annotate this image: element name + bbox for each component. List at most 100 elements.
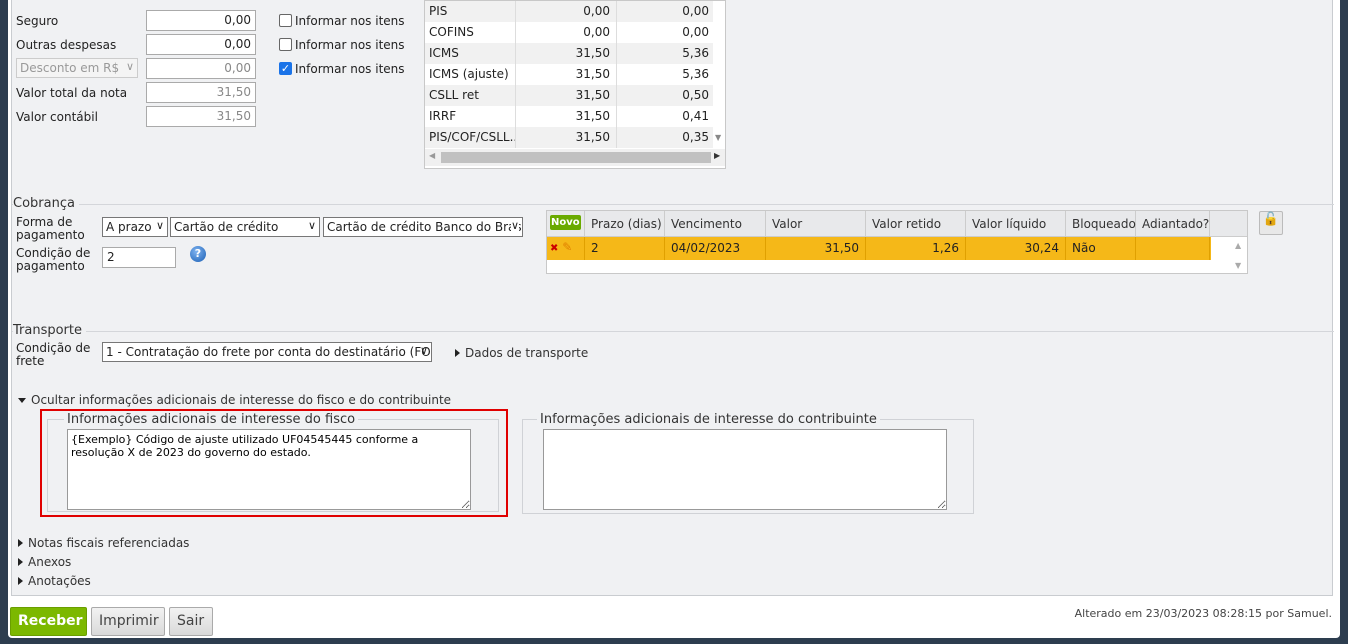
- outras-input[interactable]: 0,00: [146, 34, 256, 55]
- desconto-check-label: Informar nos itens: [295, 62, 405, 76]
- status-text: Alterado em 23/03/2023 08:28:15 por Samu…: [1074, 607, 1332, 620]
- tax-row: CSLL ret 31,50 0,50: [425, 85, 713, 106]
- receber-button[interactable]: Receber: [10, 607, 87, 636]
- desconto-checkbox[interactable]: ✓: [279, 62, 292, 75]
- table-cell: 04/02/2023: [665, 237, 766, 260]
- condicao-input[interactable]: 2: [102, 247, 176, 268]
- column-header[interactable]: Valor retido: [866, 211, 966, 236]
- column-header[interactable]: Valor líquido: [966, 211, 1066, 236]
- horizontal-scrollbar[interactable]: ◀ ▶: [425, 149, 725, 166]
- tax-value: 0,00: [682, 25, 709, 39]
- transporte-section: Transporte: [12, 323, 1334, 338]
- expand-icon: [18, 577, 23, 585]
- edit-icon[interactable]: ✎: [562, 240, 572, 254]
- tax-name: ICMS: [425, 43, 516, 64]
- total-nota-input: 31,50: [146, 82, 256, 103]
- unlock-icon[interactable]: 🔓: [1259, 211, 1283, 235]
- total-nota-label: Valor total da nota: [16, 86, 128, 100]
- desconto-input[interactable]: 0,00: [146, 58, 256, 79]
- forma-select-banco[interactable]: Cartão de crédito Banco do Brasi ∨: [323, 217, 523, 237]
- anotacoes-toggle[interactable]: Anotações: [18, 574, 91, 588]
- column-header[interactable]: Adiantado?: [1136, 211, 1210, 236]
- frete-label: Condição de frete: [16, 341, 91, 368]
- scroll-right-icon[interactable]: ▶: [714, 151, 720, 160]
- notas-toggle[interactable]: Notas fiscais referenciadas: [18, 536, 189, 550]
- tax-value: 0,50: [682, 88, 709, 102]
- table-row[interactable]: ✖ ✎ 2 04/02/2023 31,50 1,26 30,24 Não: [547, 237, 1211, 260]
- sair-button[interactable]: Sair: [169, 607, 213, 636]
- expand-icon: [18, 558, 23, 566]
- expand-icon: [455, 349, 460, 357]
- select-value: Cartão de crédito Banco do Brasi: [327, 220, 523, 234]
- tax-name: CSLL ret: [425, 85, 516, 106]
- chevron-down-icon: ∨: [510, 219, 519, 232]
- table-cell: 1,26: [866, 237, 966, 260]
- highlight-box: [40, 409, 508, 517]
- cobranca-title: Cobrança: [13, 196, 79, 211]
- transporte-title: Transporte: [13, 323, 86, 338]
- tax-row: IRRF 31,50 0,41: [425, 106, 713, 127]
- column-header[interactable]: Valor: [766, 211, 866, 236]
- tax-row: PIS/COF/CSLL... 31,50 0,35: [425, 127, 713, 148]
- row-actions: ✖ ✎: [547, 237, 585, 260]
- contrib-title: Informações adicionais de interesse do c…: [540, 412, 877, 427]
- condicao-label: Condição de pagamento: [16, 246, 91, 273]
- expand-icon: [18, 539, 23, 547]
- toggle-label: Dados de transporte: [465, 346, 589, 360]
- tax-name: COFINS: [425, 22, 516, 43]
- toggle-label: Anexos: [28, 555, 72, 569]
- chevron-down-icon: ∨: [155, 219, 164, 232]
- tax-row: COFINS 0,00 0,00: [425, 22, 713, 43]
- column-header[interactable]: Vencimento: [665, 211, 766, 236]
- table-cell: 30,24: [966, 237, 1066, 260]
- window: Seguro 0,00 Informar nos itens Outras de…: [8, 0, 1340, 638]
- tax-value: 0,41: [682, 109, 709, 123]
- tax-value: 5,36: [682, 67, 709, 81]
- seguro-checkbox[interactable]: [279, 14, 292, 27]
- scroll-left-icon[interactable]: ◀: [429, 151, 435, 160]
- cobranca-section: Cobrança: [12, 196, 1334, 211]
- select-value: Cartão de crédito: [174, 220, 279, 234]
- imprimir-button[interactable]: Imprimir: [91, 607, 165, 636]
- tax-base: 31,50: [516, 85, 617, 106]
- scroll-down-icon[interactable]: ▼: [715, 133, 721, 142]
- forma-select-tipo[interactable]: Cartão de crédito ∨: [170, 217, 320, 237]
- tax-base: 31,50: [516, 43, 617, 64]
- outras-checkbox[interactable]: [279, 38, 292, 51]
- help-icon[interactable]: ?: [190, 246, 206, 262]
- column-header[interactable]: Bloqueado: [1066, 211, 1136, 236]
- frete-select[interactable]: 1 - Contratação do frete por conta do de…: [102, 342, 432, 362]
- new-button[interactable]: Novo: [550, 215, 581, 230]
- outras-check-label: Informar nos itens: [295, 38, 405, 52]
- toggle-label: Ocultar informações adicionais de intere…: [31, 393, 452, 407]
- scroll-up-icon[interactable]: ▲: [1235, 241, 1241, 250]
- column-header[interactable]: Prazo (dias): [585, 211, 665, 236]
- contrib-textarea[interactable]: [543, 429, 947, 510]
- dados-transporte-toggle[interactable]: Dados de transporte: [455, 346, 588, 360]
- tax-value: 0,35: [682, 130, 709, 144]
- tax-table: PIS 0,00 0,00 COFINS 0,00 0,00 ICMS 31,50 5,36 IC…: [424, 0, 726, 169]
- scroll-down-icon[interactable]: ▼: [1235, 261, 1241, 270]
- tax-base: 31,50: [516, 127, 617, 148]
- info-toggle[interactable]: Ocultar informações adicionais de intere…: [18, 393, 451, 407]
- delete-icon[interactable]: ✖: [550, 243, 558, 254]
- tax-base: 31,50: [516, 64, 617, 85]
- scrollbar-thumb[interactable]: [441, 152, 711, 163]
- seguro-check-label: Informar nos itens: [295, 14, 405, 28]
- chevron-down-icon: ∨: [125, 60, 134, 73]
- contabil-label: Valor contábil: [16, 110, 98, 124]
- select-value: A prazo: [106, 220, 152, 234]
- forma-select-prazo[interactable]: A prazo ∨: [102, 217, 168, 237]
- desconto-select[interactable]: Desconto em R$ ∨: [16, 58, 138, 78]
- tax-base: 0,00: [516, 22, 617, 43]
- tax-value: 5,36: [682, 46, 709, 60]
- tax-name: PIS/COF/CSLL...: [425, 127, 516, 148]
- seguro-input[interactable]: 0,00: [146, 10, 256, 31]
- tax-name: PIS: [425, 1, 516, 22]
- table-cell: [1136, 237, 1210, 260]
- anexos-toggle[interactable]: Anexos: [18, 555, 71, 569]
- desconto-select-value: Desconto em R$: [20, 61, 120, 75]
- tax-base: 31,50: [516, 106, 617, 127]
- table-cell: Não: [1066, 237, 1136, 260]
- chevron-down-icon: ∨: [419, 344, 428, 357]
